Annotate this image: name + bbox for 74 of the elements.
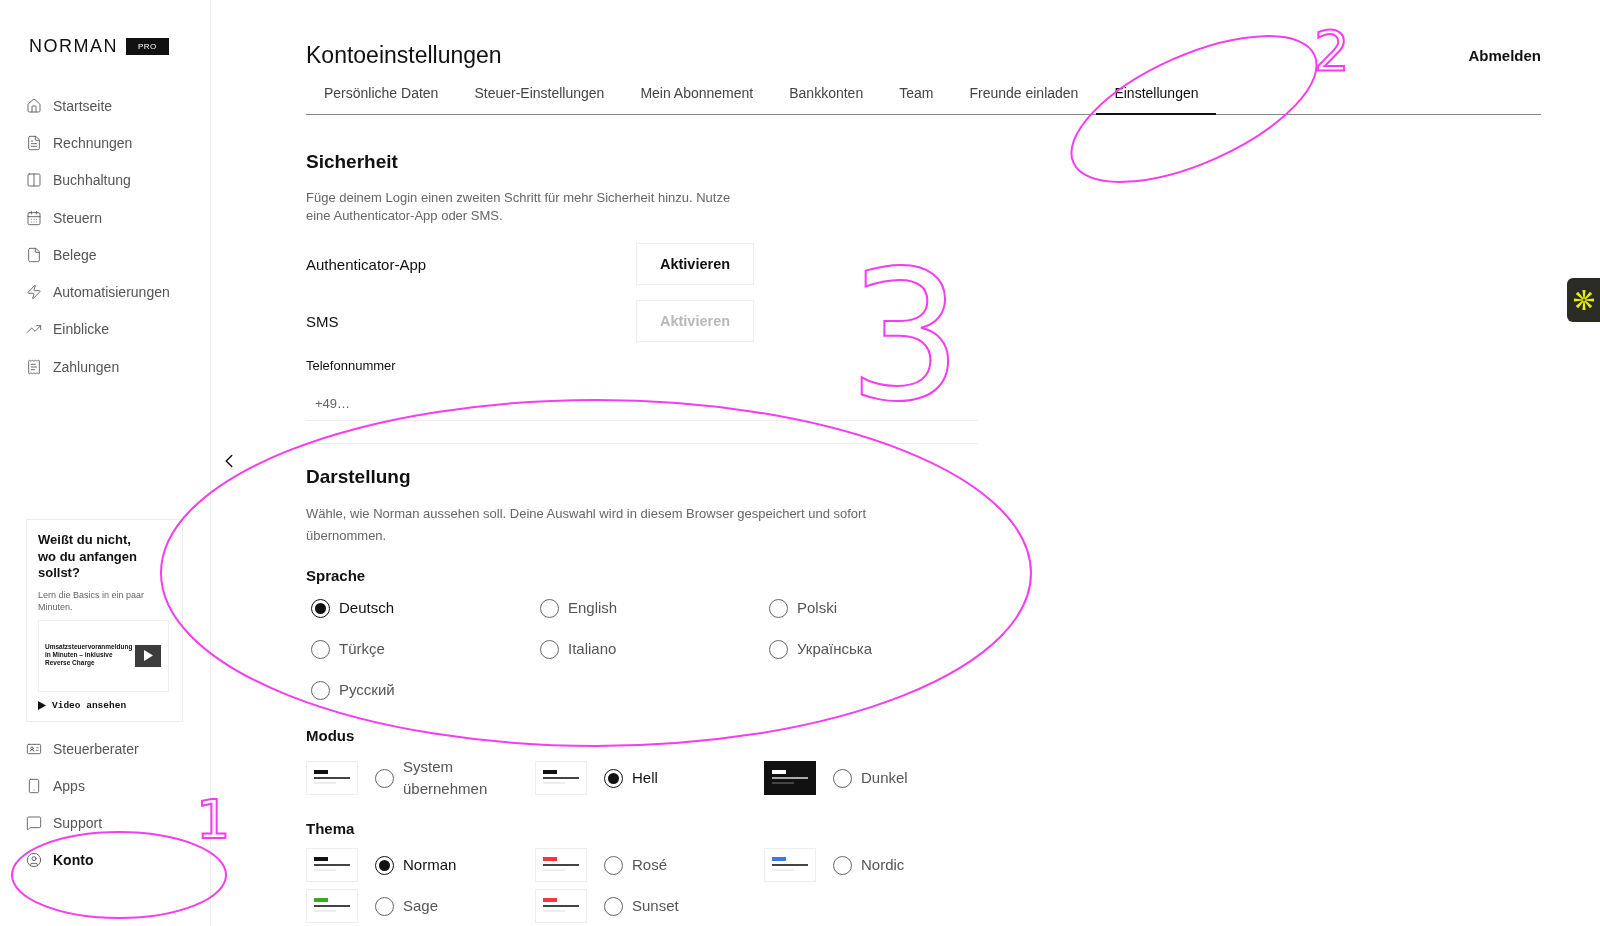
section-title: Darstellung: [306, 466, 412, 488]
language-option[interactable]: Italiano: [540, 638, 617, 660]
annotation-number: 2: [1314, 18, 1350, 83]
user-circle-icon: [26, 852, 42, 869]
group-title: Sprache: [306, 567, 367, 584]
tab[interactable]: Mein Abonnement: [622, 85, 772, 115]
promo-text: Lern die Basics in ein paar Minuten.: [38, 588, 146, 614]
mode-option[interactable]: Dunkel: [833, 767, 908, 789]
group-title: Modus: [306, 727, 356, 744]
language-option[interactable]: English: [540, 597, 618, 619]
theme-preview: [535, 848, 587, 882]
home-icon: [26, 97, 42, 114]
method-label: SMS: [306, 312, 339, 330]
theme-preview: [764, 848, 816, 882]
file-icon: [26, 246, 42, 263]
tab[interactable]: Bankkonten: [771, 85, 882, 115]
nav-item[interactable]: Einblicke: [26, 310, 110, 349]
calendar-icon: [26, 209, 42, 226]
theme-option[interactable]: Rosé: [604, 854, 668, 876]
logout-link[interactable]: Abmelden: [1468, 47, 1541, 64]
play-button[interactable]: [135, 644, 161, 667]
phone-icon: [26, 777, 42, 794]
theme-option[interactable]: Sunset: [604, 895, 679, 917]
annotation-number: 1: [196, 788, 231, 851]
nav-item[interactable]: Startseite: [26, 87, 113, 125]
logo: NORMAN: [29, 36, 118, 57]
group-title: Thema: [306, 820, 356, 837]
section-description: Füge deinem Login einen zweiten Schritt für mehr Sicherheit hinzu. Nutze eine Authenticator-App oder SMS.: [306, 189, 732, 225]
language-option[interactable]: Українська: [769, 638, 873, 660]
video-link[interactable]: Video ansehen: [38, 699, 172, 711]
theme-option[interactable]: Norman: [375, 854, 457, 876]
theme-preview: [306, 889, 358, 923]
tab[interactable]: Steuer-Einstellungen: [456, 85, 623, 115]
language-option[interactable]: Türkçe: [311, 638, 385, 660]
promo-title: Weißt du nicht, wo du anfangen sollst?: [38, 532, 138, 582]
activate-button[interactable]: Aktivieren: [636, 243, 754, 285]
theme-preview: [306, 848, 358, 882]
field-label: Telefonnummer: [306, 358, 397, 373]
play-icon: [38, 700, 46, 710]
section-description: Wähle, wie Norman aussehen soll. Deine Auswahl wird in diesem Browser gespeichert und sofort übernommen.: [306, 505, 867, 545]
language-option[interactable]: Русский: [311, 679, 395, 701]
chat-icon: [26, 815, 42, 832]
nav-item[interactable]: Rechnungen: [26, 124, 133, 162]
asterisk-icon: [1572, 289, 1595, 311]
page-title: Kontoeinstellungen: [306, 42, 502, 69]
section-title: Sicherheit: [306, 151, 399, 173]
columns-icon: [26, 172, 42, 189]
plan-badge: PRO: [126, 38, 169, 55]
nav-item[interactable]: Support: [26, 804, 103, 842]
theme-option[interactable]: Nordic: [833, 854, 905, 876]
method-label: Authenticator-App: [306, 255, 427, 273]
nav-item[interactable]: Belege: [26, 236, 97, 274]
nav-item[interactable]: Apps: [26, 767, 85, 805]
theme-preview: [535, 889, 587, 923]
nav-item[interactable]: Steuern: [26, 198, 103, 237]
play-icon: [143, 650, 153, 662]
tab[interactable]: Freunde einladen: [951, 85, 1097, 115]
mode-option[interactable]: System übernehmen: [375, 756, 503, 800]
theme-option[interactable]: Sage: [375, 895, 439, 917]
asterisk-button[interactable]: [1567, 278, 1600, 322]
nav-item[interactable]: Buchhaltung: [26, 161, 131, 199]
lightning-icon: [26, 284, 42, 301]
mode-option[interactable]: Hell: [604, 767, 658, 789]
nav-item[interactable]: Zahlungen: [26, 348, 120, 386]
nav-item[interactable]: Konto: [26, 841, 94, 880]
document-icon: [26, 134, 42, 151]
nav-item[interactable]: Steuerberater: [26, 729, 139, 768]
receipt-icon: [26, 358, 42, 375]
tab[interactable]: Einstellungen: [1096, 85, 1217, 115]
language-option[interactable]: Polski: [769, 597, 837, 619]
language-option[interactable]: Deutsch: [311, 597, 395, 619]
tab[interactable]: Team: [881, 85, 952, 115]
nav-item[interactable]: Automatisierungen: [26, 273, 170, 311]
tab[interactable]: Persönliche Daten: [306, 85, 457, 115]
